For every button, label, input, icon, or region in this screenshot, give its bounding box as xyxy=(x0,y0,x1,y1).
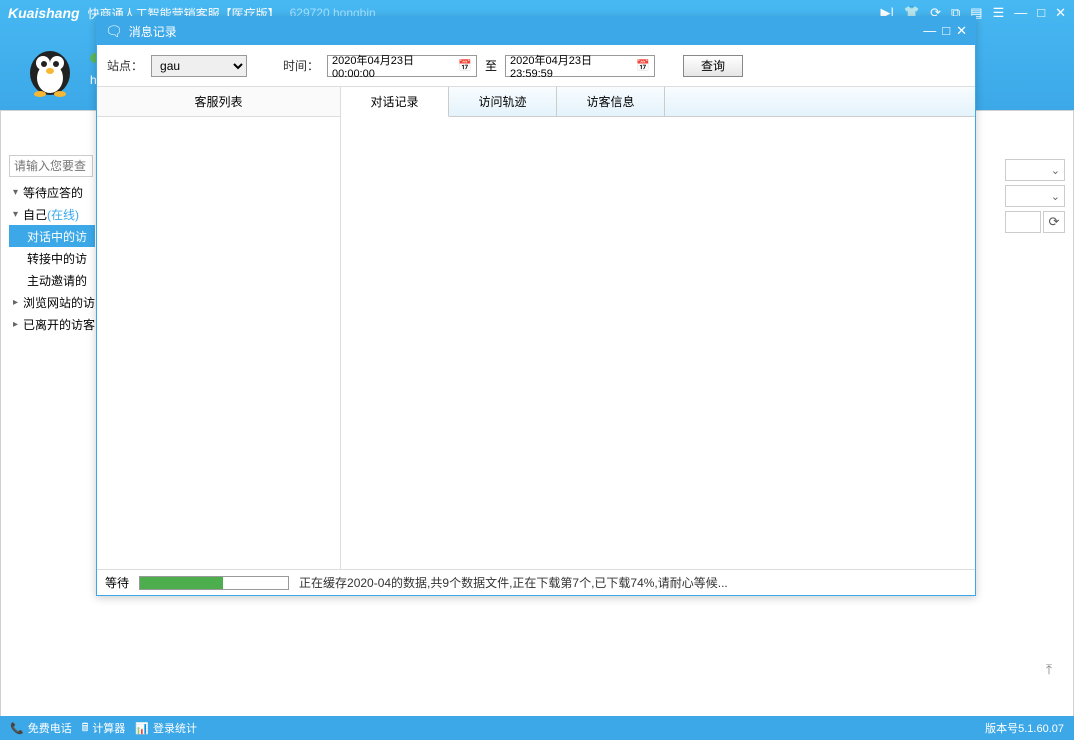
dialog-minimize-icon[interactable]: — xyxy=(923,23,936,39)
dialog-left-panel: 客服列表 xyxy=(97,87,341,569)
dropdown-3[interactable] xyxy=(1005,211,1041,233)
dialog-icon: 🗨 xyxy=(105,23,123,40)
chevron-down-icon: ▾ xyxy=(13,187,23,198)
date-to-input[interactable]: 2020年04月23日 23:59:59 📅 xyxy=(505,55,655,77)
date-from-input[interactable]: 2020年04月23日 00:00:00 📅 xyxy=(327,55,477,77)
chevron-right-icon: ▸ xyxy=(13,297,23,308)
dialog-tabs: 对话记录 访问轨迹 访客信息 xyxy=(341,87,975,117)
calc-icon: 🖩 xyxy=(82,719,89,738)
tab-dialog-log[interactable]: 对话记录 xyxy=(341,87,449,117)
dialog-status-bar: 等待 正在缓存2020-04的数据,共9个数据文件,正在下载第7个,已下载74%… xyxy=(97,569,975,595)
dialog-filter-bar: 站点： gau 时间： 2020年04月23日 00:00:00 📅 至 202… xyxy=(97,45,975,87)
chevron-right-icon: ▸ xyxy=(13,319,23,330)
footer-left: 📞免费电话 🖩计算器 📊登录统计 xyxy=(10,719,197,738)
close-icon[interactable]: ✕ xyxy=(1055,5,1066,21)
tree-in-dialog[interactable]: 对话中的访 xyxy=(9,225,95,247)
footer-calc[interactable]: 🖩计算器 xyxy=(82,719,126,738)
tab-visitor-info[interactable]: 访客信息 xyxy=(557,87,665,116)
progress-bar xyxy=(139,576,289,590)
tree-transfer[interactable]: 转接中的访 xyxy=(9,247,95,269)
status-wait-label: 等待 xyxy=(105,574,129,591)
dialog-maximize-icon[interactable]: □ xyxy=(942,23,950,39)
site-select[interactable]: gau xyxy=(151,55,247,77)
refresh-button[interactable]: ⟳ xyxy=(1043,211,1065,233)
penguin-avatar-icon xyxy=(20,38,80,98)
calendar-icon: 📅 xyxy=(636,59,650,72)
dropdown-1[interactable]: ⌄ xyxy=(1005,159,1065,181)
tab-content xyxy=(341,117,975,569)
right-panel-controls: ⌄ ⌄ ⟳ xyxy=(1005,159,1065,233)
scroll-top-button[interactable]: ⤒ xyxy=(1039,659,1059,679)
minimize-icon[interactable]: — xyxy=(1014,5,1027,21)
footer-statusbar: 📞免费电话 🖩计算器 📊登录统计 版本号5.1.60.07 xyxy=(0,716,1074,740)
tray-icon[interactable]: ☰ xyxy=(993,5,1005,21)
tree-waiting[interactable]: ▾等待应答的 xyxy=(9,181,95,203)
footer-stat[interactable]: 📊登录统计 xyxy=(135,720,197,736)
dialog-titlebar[interactable]: 🗨 消息记录 — □ ✕ xyxy=(97,17,975,45)
agent-list-header: 客服列表 xyxy=(97,87,340,117)
dialog-body: 客服列表 对话记录 访问轨迹 访客信息 xyxy=(97,87,975,569)
dialog-window-controls: — □ ✕ xyxy=(923,23,967,39)
query-button[interactable]: 查询 xyxy=(683,55,743,77)
tree-left[interactable]: ▸已离开的访客 xyxy=(9,313,95,335)
site-label: 站点： xyxy=(107,57,143,74)
message-log-dialog: 🗨 消息记录 — □ ✕ 站点： gau 时间： 2020年04月23日 00:… xyxy=(96,16,976,596)
brand-logo: Kuaishang xyxy=(8,5,80,21)
maximize-icon[interactable]: □ xyxy=(1037,5,1045,21)
dialog-title-text: 消息记录 xyxy=(129,23,177,40)
tab-visit-track[interactable]: 访问轨迹 xyxy=(449,87,557,116)
stat-icon: 📊 xyxy=(135,722,149,735)
progress-fill xyxy=(140,577,223,589)
search-input[interactable] xyxy=(9,155,93,177)
time-label: 时间： xyxy=(283,57,319,74)
calendar-icon: 📅 xyxy=(458,59,472,72)
status-message: 正在缓存2020-04的数据,共9个数据文件,正在下载第7个,已下载74%,请耐… xyxy=(299,574,728,591)
footer-version: 版本号5.1.60.07 xyxy=(985,720,1064,736)
left-tree: ▾等待应答的 ▾自己(在线) 对话中的访 转接中的访 主动邀请的 ▸浏览网站的访… xyxy=(9,181,95,335)
tree-browsing[interactable]: ▸浏览网站的访 xyxy=(9,291,95,313)
tree-invited[interactable]: 主动邀请的 xyxy=(9,269,95,291)
phone-icon: 📞 xyxy=(10,722,24,735)
tree-self[interactable]: ▾自己(在线) xyxy=(9,203,95,225)
to-label: 至 xyxy=(485,57,497,74)
dialog-right-panel: 对话记录 访问轨迹 访客信息 xyxy=(341,87,975,569)
chevron-down-icon: ▾ xyxy=(13,209,23,220)
dropdown-2[interactable]: ⌄ xyxy=(1005,185,1065,207)
dialog-close-icon[interactable]: ✕ xyxy=(956,23,967,39)
footer-phone[interactable]: 📞免费电话 xyxy=(10,720,72,736)
